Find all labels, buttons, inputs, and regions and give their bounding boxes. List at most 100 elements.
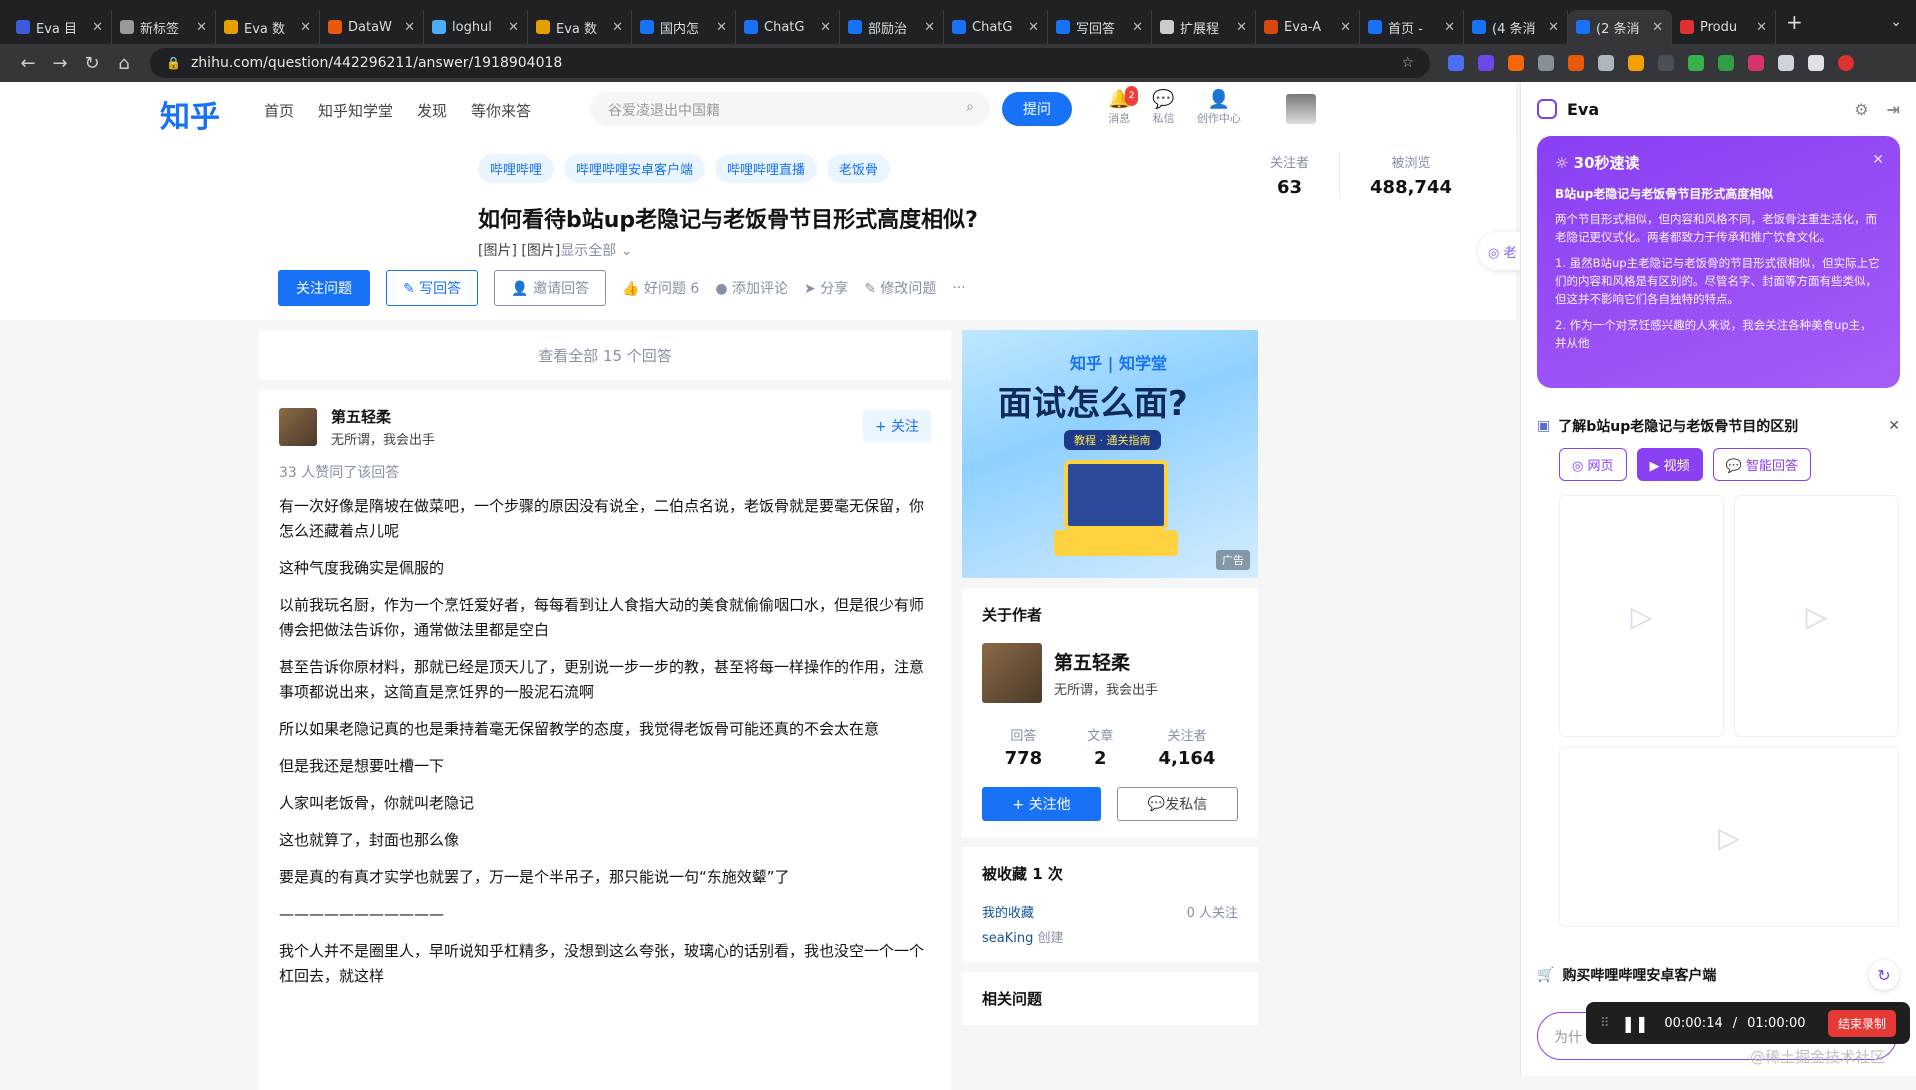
close-tab-icon[interactable]: ✕ [1548, 20, 1559, 35]
close-tab-icon[interactable]: ✕ [1028, 20, 1039, 35]
send-message-button[interactable]: 💬 发私信 [1117, 787, 1238, 821]
browser-tab[interactable]: 新标签 ✕ [112, 10, 216, 44]
follow-him-button[interactable]: + 关注他 [982, 787, 1101, 821]
forward-icon[interactable]: → [44, 53, 76, 74]
search-input[interactable]: 谷爱凌退出中国籍 ⌕ [590, 92, 990, 126]
address-bar[interactable]: 🔒 zhihu.com/question/442296211/answer/19… [150, 48, 1430, 78]
extension-icon[interactable] [1598, 55, 1614, 71]
video-placeholder[interactable]: ▷ [1734, 495, 1899, 737]
video-placeholder[interactable]: ▷ [1559, 747, 1899, 927]
write-answer-button[interactable]: ✎ 写回答 [386, 270, 479, 306]
about-author-avatar[interactable] [982, 643, 1042, 703]
close-tab-icon[interactable]: ✕ [820, 20, 831, 35]
add-comment-button[interactable]: ● 添加评论 [715, 278, 788, 298]
extension-icon[interactable] [1658, 55, 1674, 71]
close-tab-icon[interactable]: ✕ [1444, 20, 1455, 35]
drag-handle-icon[interactable]: ⠿ [1600, 1016, 1610, 1031]
show-all-link[interactable]: 显示全部 ⌄ [560, 243, 632, 259]
browser-tab[interactable]: 扩展程 ✕ [1152, 10, 1256, 44]
favorite-folder-link[interactable]: 我的收藏 [982, 902, 1034, 921]
close-icon[interactable]: ✕ [1872, 152, 1884, 168]
close-tab-icon[interactable]: ✕ [1652, 20, 1663, 35]
close-tab-icon[interactable]: ✕ [716, 20, 727, 35]
refresh-icon[interactable]: ↻ [1869, 960, 1899, 990]
view-all-answers-link[interactable]: 查看全部 15 个回答 [259, 330, 951, 380]
extension-icon[interactable] [1688, 55, 1704, 71]
browser-tab[interactable]: Eva 数 ✕ [528, 10, 632, 44]
source-chip[interactable]: ▶ 视频 [1636, 448, 1703, 481]
close-tab-icon[interactable]: ✕ [92, 20, 103, 35]
topic-tag[interactable]: 哔哩哔哩 [478, 154, 555, 183]
extension-icon[interactable] [1508, 55, 1524, 71]
creator-center-button[interactable]: 👤 创作中心 [1197, 90, 1241, 126]
side-panel-icon[interactable] [1808, 55, 1824, 71]
tab-search-icon[interactable]: ⌄ [1890, 14, 1902, 30]
gear-icon[interactable]: ⚙ [1854, 100, 1868, 119]
close-tab-icon[interactable]: ✕ [1340, 20, 1351, 35]
search-icon[interactable]: ⌕ [966, 99, 974, 115]
extension-icon[interactable] [1538, 55, 1554, 71]
user-avatar[interactable] [1286, 94, 1316, 124]
extension-icon[interactable] [1718, 55, 1734, 71]
extension-icon[interactable] [1628, 55, 1644, 71]
good-question-button[interactable]: 👍 好问题 6 [622, 278, 699, 298]
follow-question-button[interactable]: 关注问题 [278, 270, 370, 306]
source-chip[interactable]: 💬 智能回答 [1712, 448, 1811, 481]
topic-tag[interactable]: 老饭骨 [827, 154, 891, 183]
reload-icon[interactable]: ↻ [76, 53, 108, 74]
profile-avatar[interactable] [1838, 55, 1854, 71]
bookmark-star-icon[interactable]: ☆ [1401, 55, 1414, 71]
close-tab-icon[interactable]: ✕ [1132, 20, 1143, 35]
author-name[interactable]: 第五轻柔 [331, 406, 435, 427]
edit-question-button[interactable]: ✎ 修改问题 [864, 278, 936, 298]
private-message-button[interactable]: 💬 私信 [1152, 90, 1174, 126]
browser-tab[interactable]: DataW ✕ [320, 10, 424, 44]
browser-tab[interactable]: 写回答 ✕ [1048, 10, 1152, 44]
extensions-puzzle-icon[interactable] [1778, 55, 1794, 71]
nav-item-waiting[interactable]: 等你来答 [471, 100, 531, 121]
close-tab-icon[interactable]: ✕ [924, 20, 935, 35]
browser-tab[interactable]: Eva 数 ✕ [216, 10, 320, 44]
source-chip[interactable]: ◎ 网页 [1559, 448, 1627, 481]
close-tab-icon[interactable]: ✕ [508, 20, 519, 35]
extension-icon[interactable] [1748, 55, 1764, 71]
ask-button[interactable]: 提问 [1002, 92, 1072, 126]
home-icon[interactable]: ⌂ [108, 53, 140, 74]
invite-answer-button[interactable]: 👤 邀请回答 [494, 270, 607, 306]
close-tab-icon[interactable]: ✕ [612, 20, 623, 35]
browser-tab[interactable]: 国内怎 ✕ [632, 10, 736, 44]
close-tab-icon[interactable]: ✕ [196, 20, 207, 35]
end-recording-button[interactable]: 结束录制 [1827, 1009, 1896, 1037]
follow-author-button[interactable]: + 关注 [862, 410, 931, 442]
close-tab-icon[interactable]: ✕ [404, 20, 415, 35]
topic-tag[interactable]: 哔哩哔哩安卓客户端 [564, 154, 706, 183]
about-author-name[interactable]: 第五轻柔 [1054, 648, 1158, 675]
articles-stat[interactable]: 文章 2 [1087, 725, 1113, 769]
nav-item-zhixuetang[interactable]: 知乎知学堂 [318, 100, 393, 121]
video-placeholder[interactable]: ▷ [1559, 495, 1724, 737]
eva-floating-button[interactable]: ◎ 老 [1478, 232, 1522, 270]
collapse-panel-icon[interactable]: ⇥ [1887, 100, 1900, 119]
messages-button[interactable]: 🔔 2 消息 [1108, 86, 1139, 126]
extension-icon[interactable] [1448, 55, 1464, 71]
author-avatar[interactable] [279, 408, 317, 446]
close-tab-icon[interactable]: ✕ [1756, 20, 1767, 35]
browser-tab[interactable]: Produ ✕ [1672, 10, 1776, 44]
topic-tag[interactable]: 哔哩哔哩直播 [715, 154, 818, 183]
browser-tab[interactable]: 首页 - ✕ [1360, 10, 1464, 44]
extension-icon[interactable] [1478, 55, 1494, 71]
browser-tab[interactable]: (4 条消 ✕ [1464, 10, 1568, 44]
new-tab-button[interactable]: + [1786, 10, 1803, 34]
more-actions-button[interactable]: ··· [952, 280, 965, 296]
browser-tab[interactable]: 部励治 ✕ [840, 10, 944, 44]
back-icon[interactable]: ← [12, 53, 44, 74]
close-tab-icon[interactable]: ✕ [1236, 20, 1247, 35]
nav-item-discover[interactable]: 发现 [417, 100, 447, 121]
share-button[interactable]: ➤ 分享 [804, 278, 848, 298]
browser-tab[interactable]: loghul ✕ [424, 10, 528, 44]
close-tab-icon[interactable]: ✕ [300, 20, 311, 35]
pause-icon[interactable]: ❚❚ [1622, 1014, 1649, 1033]
creator-name[interactable]: seaKing [982, 931, 1033, 946]
browser-tab[interactable]: Eva 目 ✕ [8, 10, 112, 44]
browser-tab[interactable]: ChatG ✕ [736, 10, 840, 44]
